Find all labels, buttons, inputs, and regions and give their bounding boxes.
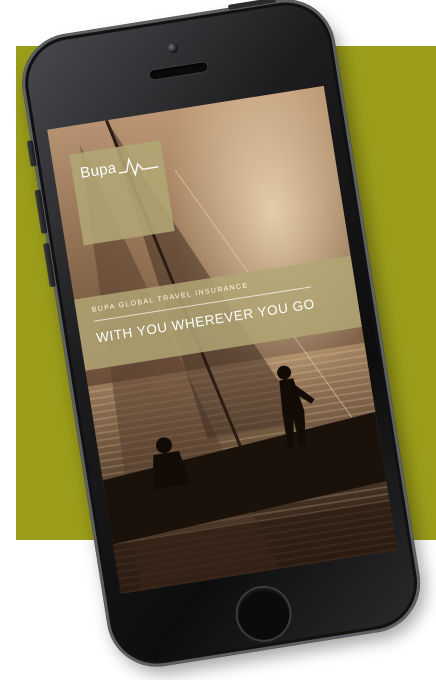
power-button: [227, 0, 277, 10]
promo-stage: Bupa BUPA GLOBAL TRAVEL INSURANCE WITH Y…: [0, 0, 436, 680]
app-screen[interactable]: Bupa BUPA GLOBAL TRAVEL INSURANCE WITH Y…: [47, 85, 398, 594]
bupa-logo-box[interactable]: Bupa: [69, 140, 175, 246]
earpiece-speaker: [149, 61, 208, 80]
front-camera-icon: [167, 42, 179, 54]
home-button-icon[interactable]: [233, 584, 294, 644]
heartbeat-line-icon: [118, 156, 159, 177]
bupa-logo-text: Bupa: [79, 159, 118, 182]
mute-switch: [26, 140, 37, 167]
